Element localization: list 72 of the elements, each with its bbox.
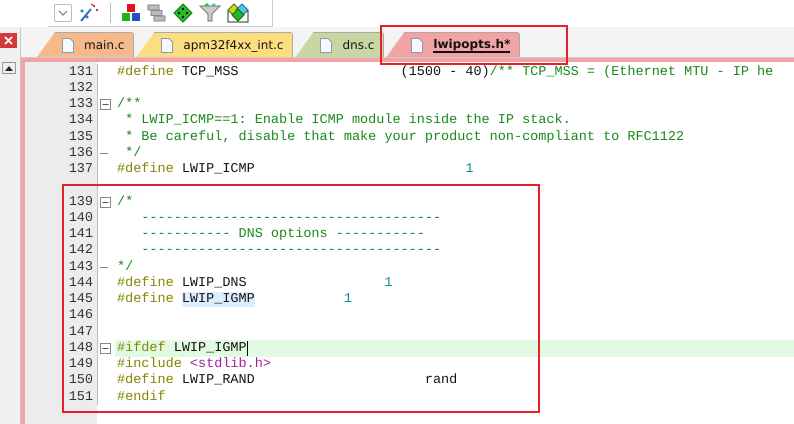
- code-token: LWIP_RAND rand: [182, 373, 458, 388]
- number-token: 1: [384, 276, 392, 291]
- fold-toggle-icon[interactable]: [100, 99, 111, 110]
- code-token: LWIP_ICMP: [182, 162, 256, 178]
- line-number: 133: [68, 97, 93, 112]
- text-caret: [246, 340, 248, 356]
- string-token: <stdlib.h>: [190, 357, 271, 372]
- file-icon: [320, 38, 332, 52]
- directive-token: #ifdef: [117, 340, 167, 356]
- wand-icon[interactable]: [78, 3, 100, 23]
- file-icon: [411, 38, 424, 52]
- comment-token: ----------- DNS options -----------: [140, 227, 425, 242]
- blocks-icon[interactable]: [121, 3, 141, 23]
- diamond-icon[interactable]: [173, 3, 193, 23]
- highlighted-token: LWIP_IGMP: [182, 292, 255, 308]
- code-token: LWIP_DNS: [182, 276, 248, 291]
- number-token: 1: [342, 292, 352, 308]
- up-arrow-icon: [5, 66, 13, 70]
- diamonds-icon[interactable]: [227, 3, 249, 23]
- line-number: 141: [68, 227, 93, 242]
- file-tab[interactable]: apm32f4xx_int.c: [136, 32, 294, 57]
- line-number: 149: [68, 357, 93, 372]
- comment-token: * Be careful, disable that make your product non-compliant to RFC1122: [124, 130, 684, 145]
- comment-token: * LWIP_ICMP==1: Enable ICMP module inside the IP stack.: [124, 113, 571, 128]
- line-number: 143: [68, 260, 93, 275]
- comment-token: /*: [117, 194, 134, 210]
- code-token: TCP_MSS (1500 - 40): [182, 64, 490, 80]
- number-token: 1: [465, 162, 474, 178]
- funnel-icon[interactable]: [199, 3, 221, 23]
- directive-token: #define: [117, 162, 175, 178]
- line-number: 134: [68, 113, 93, 128]
- comment-token: -------------------------------------: [140, 243, 442, 258]
- close-icon: [4, 36, 13, 45]
- line-number: 142: [68, 243, 93, 258]
- line-number: 145: [68, 292, 93, 308]
- line-number: 136: [68, 146, 93, 161]
- line-number: 139: [68, 194, 93, 210]
- line-number: 144: [68, 276, 93, 291]
- line-number: 132: [68, 80, 93, 96]
- file-tab[interactable]: main.c: [37, 32, 134, 57]
- directive-token: #define: [117, 373, 175, 388]
- comment-token: */: [117, 260, 134, 275]
- directive-token: #define: [117, 292, 175, 308]
- line-number: 146: [68, 308, 93, 324]
- line-number: 147: [68, 324, 93, 340]
- line-number: 151: [68, 390, 93, 405]
- fold-toggle-icon[interactable]: [100, 342, 111, 354]
- windows-icon[interactable]: [147, 3, 167, 23]
- comment-token: */: [124, 146, 142, 161]
- line-number: 148: [68, 340, 93, 356]
- line-number: 140: [68, 210, 93, 226]
- line-number: 137: [68, 162, 93, 178]
- directive-token: #endif: [117, 390, 166, 405]
- line-number: 150: [68, 373, 93, 388]
- chevron-icon: [58, 10, 68, 16]
- directive-token: #define: [117, 64, 175, 80]
- dropdown-button[interactable]: [54, 4, 72, 22]
- line-number: 131: [68, 64, 93, 80]
- scroll-up-button[interactable]: [2, 62, 16, 74]
- close-button[interactable]: [0, 33, 17, 48]
- comment-token: /** TCP_MSS = (Ethernet MTU - IP he: [490, 64, 774, 80]
- file-tab[interactable]: lwipopts.h*: [386, 32, 520, 57]
- file-tab[interactable]: dns.c: [295, 32, 384, 57]
- comment-token: /**: [117, 97, 142, 112]
- code-token: LWIP_IGMP: [174, 340, 247, 356]
- directive-token: #include: [117, 357, 183, 372]
- fold-toggle-icon[interactable]: [100, 196, 111, 208]
- file-icon: [62, 38, 74, 52]
- directive-token: #define: [117, 276, 175, 291]
- file-icon: [161, 38, 174, 52]
- line-number: 135: [68, 130, 93, 145]
- comment-token: -------------------------------------: [140, 210, 442, 226]
